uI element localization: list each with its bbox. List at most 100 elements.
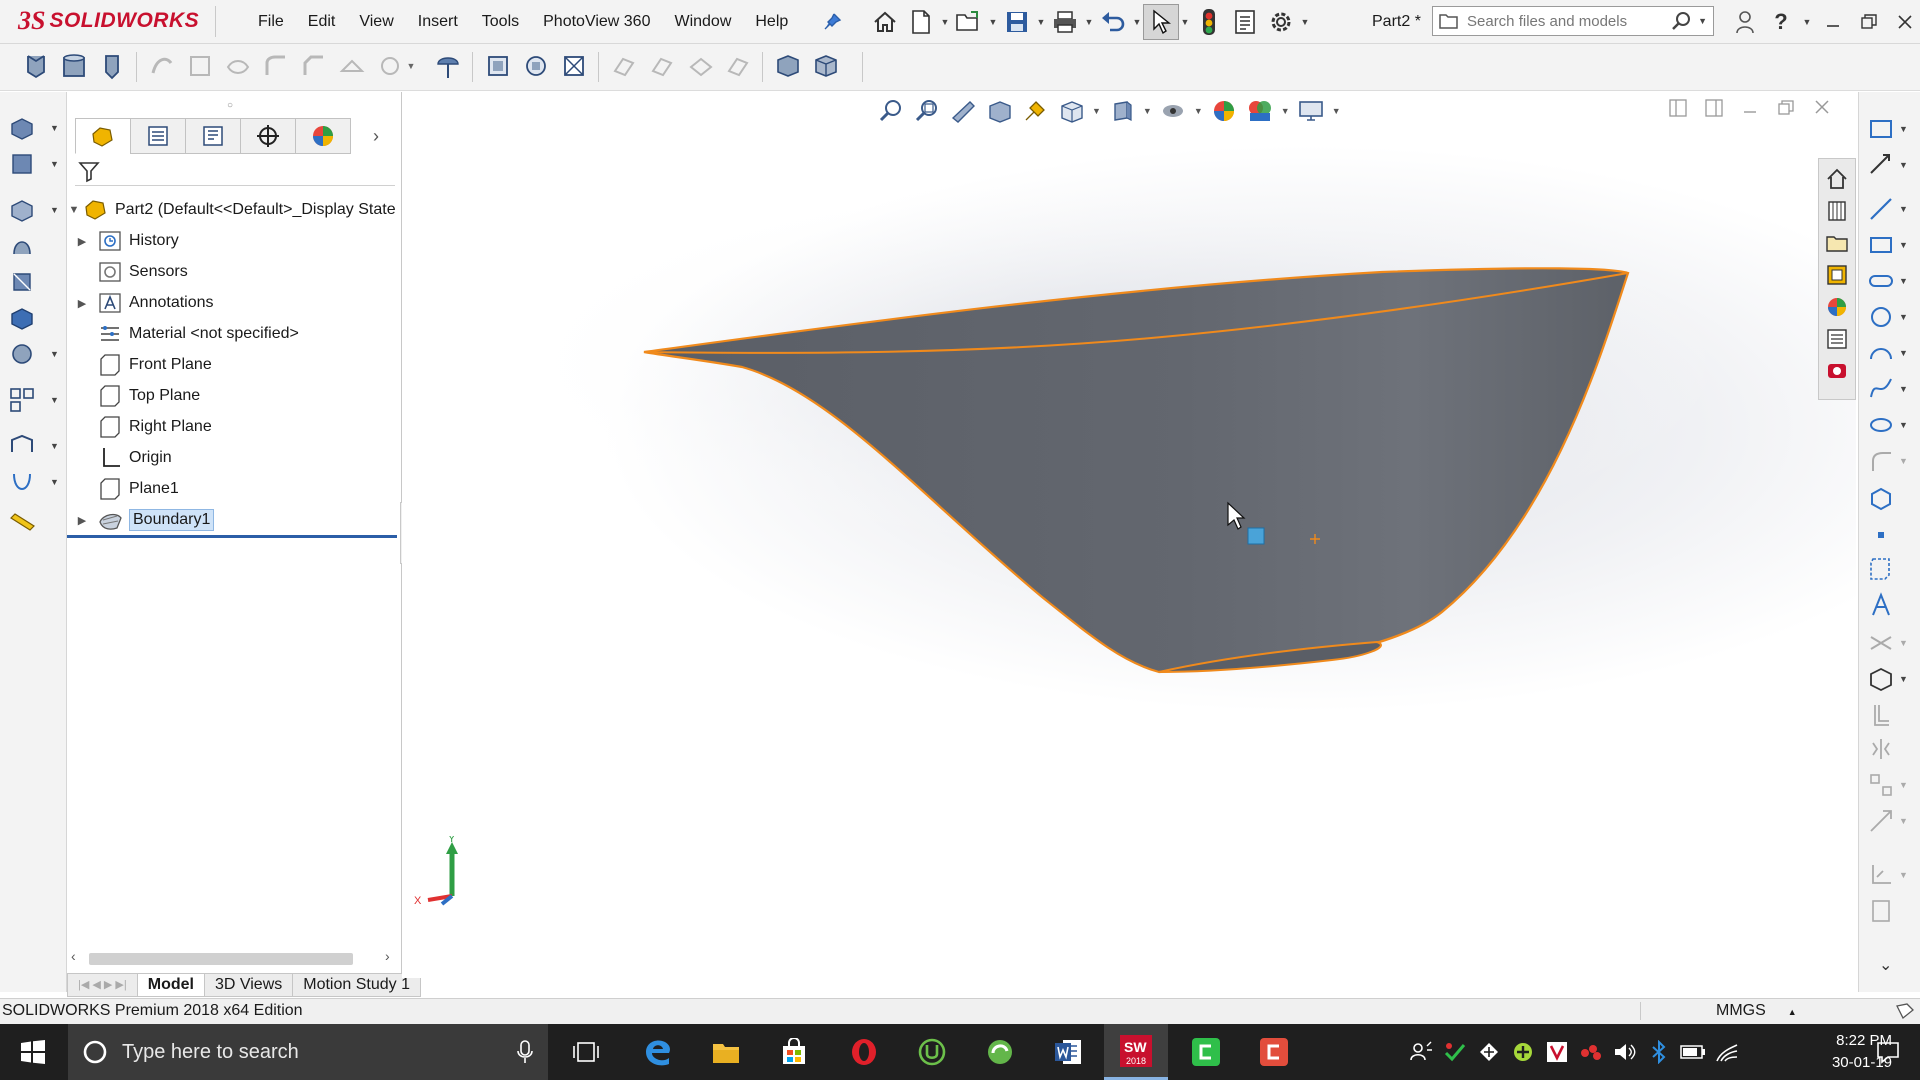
rollback-bar[interactable]	[67, 535, 397, 538]
tree-item-annotations[interactable]: ▶ Annotations	[75, 288, 214, 318]
hide-show-items-icon[interactable]	[1158, 97, 1188, 125]
graphics-area[interactable]	[402, 92, 1856, 978]
chevron-right-icon[interactable]: ›	[373, 126, 379, 147]
search-box[interactable]: ▼	[1432, 6, 1714, 36]
expand-arrow-icon[interactable]: ▶	[75, 514, 89, 527]
custom-properties-icon[interactable]	[1823, 325, 1851, 353]
tree-item-sensors[interactable]: Sensors	[75, 257, 188, 287]
menu-view[interactable]: View	[347, 0, 405, 43]
chevron-down-icon[interactable]: ▼	[1132, 5, 1142, 39]
close-icon[interactable]	[1812, 98, 1834, 123]
notifications-icon[interactable]	[1856, 1024, 1920, 1080]
antivirus-tray-icon[interactable]	[1439, 1024, 1471, 1080]
undo-icon[interactable]	[1096, 5, 1130, 39]
tray-app-red-icon[interactable]	[1575, 1024, 1607, 1080]
start-button-icon[interactable]	[0, 1024, 66, 1080]
section-view-icon[interactable]	[984, 97, 1014, 125]
menu-tools[interactable]: Tools	[470, 0, 531, 43]
dynamic-annotation-icon[interactable]	[1020, 97, 1050, 125]
tab-configurationmanager[interactable]	[185, 118, 241, 154]
microphone-icon[interactable]	[516, 1039, 534, 1065]
file-explorer-taskbar-icon[interactable]	[694, 1024, 758, 1080]
line-icon[interactable]: ▼	[1867, 192, 1913, 226]
design-library-icon[interactable]	[1823, 197, 1851, 225]
spline-icon[interactable]: ▼	[1867, 372, 1913, 406]
collapse-arrow-icon[interactable]: ▼	[67, 204, 81, 216]
horizontal-scrollbar[interactable]: ‹ ›	[67, 948, 401, 968]
bluetooth-icon[interactable]	[1643, 1024, 1675, 1080]
microsoft-store-icon[interactable]	[762, 1024, 826, 1080]
chevron-down-icon[interactable]: ▼	[1802, 5, 1812, 39]
restore-icon[interactable]	[1776, 98, 1798, 123]
tree-item-plane1[interactable]: Plane1	[75, 474, 179, 504]
wifi-icon[interactable]	[1711, 1024, 1743, 1080]
view-settings-icon[interactable]	[1296, 97, 1326, 125]
knit-surface-icon[interactable]	[558, 50, 590, 82]
open-folder-icon[interactable]	[952, 5, 986, 39]
circle-icon[interactable]: ▼	[1867, 300, 1913, 334]
minimize-icon[interactable]	[1740, 98, 1762, 123]
boundary-surface-model[interactable]	[402, 92, 1856, 978]
mirror-icon[interactable]	[772, 50, 804, 82]
arc-icon[interactable]: ▼	[1867, 336, 1913, 370]
tray-app-v-icon[interactable]	[1541, 1024, 1573, 1080]
tab-dimxpert[interactable]	[240, 118, 296, 154]
smart-dimension-icon[interactable]: ▼	[1867, 148, 1913, 182]
chevron-down-icon[interactable]: ▼	[1698, 16, 1707, 26]
solidworks-logo[interactable]: 3S SOLIDWORKS	[18, 4, 199, 38]
filled-surface-icon[interactable]	[8, 302, 60, 334]
chevron-down-icon[interactable]: ▼	[1281, 106, 1290, 116]
offset-surface-icon[interactable]: ▼	[8, 338, 60, 370]
user-icon[interactable]	[1730, 5, 1760, 39]
options-gear-icon[interactable]	[1264, 5, 1298, 39]
file-explorer-icon[interactable]	[1823, 229, 1851, 257]
menu-window[interactable]: Window	[662, 0, 743, 43]
sketch-icon[interactable]: ▼	[1867, 112, 1913, 146]
revolved-surface-icon[interactable]: ▼	[8, 148, 60, 180]
scrollbar-thumb[interactable]	[89, 953, 353, 965]
select-pointer-icon[interactable]	[1143, 4, 1179, 40]
solidworks-resources-icon[interactable]	[1823, 165, 1851, 193]
new-document-icon[interactable]	[904, 5, 938, 39]
ellipse-icon[interactable]: ▼	[1867, 408, 1913, 442]
chevron-down-icon[interactable]: ▼	[1036, 5, 1046, 39]
extruded-surface-icon[interactable]: ▼	[8, 112, 60, 144]
search-input[interactable]	[1465, 11, 1669, 31]
chevron-down-icon[interactable]: ▼	[1084, 5, 1094, 39]
chevron-down-icon[interactable]: ▼	[1300, 5, 1310, 39]
menu-file[interactable]: File	[246, 0, 296, 43]
linear-pattern-icon[interactable]: ▼	[8, 384, 60, 416]
point-icon[interactable]	[1867, 518, 1913, 552]
chevron-down-icon[interactable]: ▼	[988, 5, 998, 39]
tree-item-history[interactable]: ▶ History	[75, 226, 179, 256]
close-icon[interactable]	[1890, 5, 1920, 39]
tree-item-top-plane[interactable]: Top Plane	[75, 381, 200, 411]
filter-bar[interactable]	[75, 157, 395, 186]
taskbar-search[interactable]	[68, 1024, 548, 1080]
file-properties-icon[interactable]	[1228, 5, 1262, 39]
tray-app-yellow-icon[interactable]	[1507, 1024, 1539, 1080]
insert-part-icon[interactable]	[810, 50, 842, 82]
scroll-left-icon[interactable]: ‹	[71, 948, 76, 964]
tab-3d-views[interactable]: 3D Views	[203, 973, 294, 997]
rebuild-icon[interactable]	[1192, 5, 1226, 39]
chevron-down-icon[interactable]: ▼	[1180, 5, 1190, 39]
view-orientation-icon[interactable]	[1056, 97, 1086, 125]
view-palette-icon[interactable]	[1823, 261, 1851, 289]
chevron-down-icon[interactable]: ▼	[1194, 106, 1203, 116]
scroll-right-icon[interactable]: ›	[385, 948, 390, 964]
tree-root-part[interactable]: ▼ Part2 (Default<<Default>_Display State	[67, 195, 396, 225]
save-icon[interactable]	[1000, 5, 1034, 39]
menu-edit[interactable]: Edit	[296, 0, 348, 43]
word-icon[interactable]	[1036, 1024, 1100, 1080]
instant3d-icon[interactable]	[482, 50, 514, 82]
measure-icon[interactable]	[8, 506, 60, 538]
pin-menu-icon[interactable]	[822, 12, 842, 37]
greenshot-icon[interactable]	[968, 1024, 1032, 1080]
taskbar-search-input[interactable]	[120, 1039, 484, 1065]
text-icon[interactable]	[1867, 588, 1913, 622]
chevron-down-icon[interactable]: ▼	[1092, 106, 1101, 116]
menu-insert[interactable]: Insert	[406, 0, 470, 43]
slot-icon[interactable]: ▼	[1867, 264, 1913, 298]
tab-nav-arrows-icon[interactable]: |◀ ◀ ▶ ▶|	[67, 973, 138, 997]
